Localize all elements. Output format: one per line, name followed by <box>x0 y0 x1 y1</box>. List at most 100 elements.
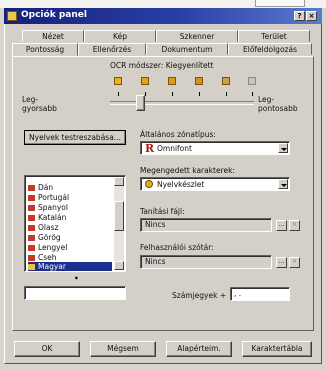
language-name: Dán <box>38 183 54 192</box>
dropdown-arrow-icon[interactable] <box>278 143 288 153</box>
training-file-browse-button[interactable]: ... <box>276 220 287 231</box>
zone-type-label: Általános zónatípus: <box>140 130 216 139</box>
background-box <box>255 0 305 7</box>
language-list[interactable]: Dán Portugál Spanyol Katalán Olasz Görög… <box>24 175 126 272</box>
level-icon <box>168 77 176 85</box>
language-item[interactable]: Dán <box>28 183 112 192</box>
language-name: Magyar <box>38 262 66 271</box>
defaults-button[interactable]: Alapérteim. <box>166 341 232 357</box>
most-accurate-label-2: pontosabb <box>258 104 298 113</box>
flag-icon <box>28 245 35 251</box>
dropdown-arrow-icon[interactable] <box>278 179 288 189</box>
scroll-up-arrow-icon[interactable] <box>114 177 124 186</box>
language-item[interactable]: Cseh <box>28 253 112 262</box>
help-button[interactable]: ? <box>294 11 305 21</box>
language-name: Lengyel <box>38 243 68 252</box>
tab-scanner[interactable]: Szkenner <box>156 30 238 42</box>
level-icon <box>141 77 149 85</box>
tab-label: Ellenőrzés <box>92 45 132 54</box>
language-input[interactable] <box>24 286 126 300</box>
slider-tick <box>199 92 200 96</box>
flag-icon <box>28 185 35 191</box>
language-item[interactable]: Görög <box>28 233 112 242</box>
user-dictionary-clear-button[interactable]: × <box>289 257 300 268</box>
tab-preprocessing[interactable]: Előfeldolgozás <box>228 43 312 55</box>
window-title: Opciók panel <box>21 10 87 20</box>
slider-tick <box>145 92 146 96</box>
tab-label: Előfeldolgozás <box>243 45 297 54</box>
scroll-down-arrow-icon[interactable] <box>114 261 124 270</box>
digits-label: Számjegyek + <box>172 291 227 300</box>
tab-label: Dokumentum <box>161 45 213 54</box>
tab-document[interactable]: Dokumentum <box>146 43 228 55</box>
button-label: OK <box>41 344 53 353</box>
ocr-method-label: OCR módszer: Kiegyenlített <box>110 61 214 70</box>
fastest-label: Leg- <box>22 95 39 104</box>
flag-icon <box>28 264 35 270</box>
digits-field[interactable]: , . <box>230 287 290 301</box>
slider-tick <box>252 92 253 96</box>
title-bar[interactable]: Opciók panel ? × <box>4 8 322 24</box>
bullet-mark: • <box>74 274 79 283</box>
charset-icon <box>145 180 153 188</box>
training-file-label: Tanítási fájl: <box>140 207 185 216</box>
app-icon <box>7 11 17 21</box>
ok-button[interactable]: OK <box>14 341 80 357</box>
options-dialog: Opciók panel ? × Nézet Kép Szkenner Terü… <box>0 0 326 369</box>
slider-tick <box>118 92 119 96</box>
accuracy-slider-thumb[interactable] <box>136 95 145 111</box>
language-item[interactable]: Portugál <box>28 193 112 202</box>
scrollbar-thumb[interactable] <box>114 201 124 231</box>
training-file-clear-button[interactable]: × <box>289 220 300 231</box>
language-item[interactable]: Spanyol <box>28 203 112 212</box>
language-name: Portugál <box>38 193 70 202</box>
button-label: Mégsem <box>107 344 139 353</box>
close-button[interactable]: × <box>306 11 317 21</box>
language-name: Görög <box>38 233 61 242</box>
flag-icon <box>28 235 35 241</box>
most-accurate-label: Leg- <box>258 95 275 104</box>
zone-type-dropdown[interactable]: R Omnifont <box>140 141 290 155</box>
language-name: Spanyol <box>38 203 68 212</box>
tab-image[interactable]: Kép <box>84 30 156 42</box>
tab-view[interactable]: Nézet <box>22 30 84 42</box>
tab-verification[interactable]: Ellenőrzés <box>78 43 146 55</box>
tab-label: Nézet <box>42 32 64 41</box>
language-list-scrollbar[interactable] <box>114 177 124 270</box>
slider-tick <box>172 92 173 96</box>
flag-icon <box>28 195 35 201</box>
flag-icon <box>28 205 35 211</box>
language-item[interactable]: Katalán <box>28 213 112 222</box>
tab-label: Terület <box>261 32 287 41</box>
accurate-level-icon <box>248 77 256 85</box>
allowed-characters-label: Megengedett karakterek: <box>140 166 236 175</box>
language-item-selected[interactable]: Magyar <box>28 262 112 271</box>
character-table-button[interactable]: Karaktertábla <box>242 341 312 357</box>
level-icon <box>195 77 203 85</box>
fastest-label-2: gyorsabb <box>22 104 57 113</box>
omnifont-icon: R <box>145 142 155 155</box>
user-dictionary-field[interactable]: Nincs <box>140 255 272 269</box>
language-item[interactable]: Olasz <box>28 223 112 232</box>
slider-tick <box>226 92 227 96</box>
customize-languages-button[interactable]: Nyelvek testreszabása... <box>24 130 126 145</box>
flag-icon <box>28 215 35 221</box>
language-name: Olasz <box>38 223 59 232</box>
user-dictionary-browse-button[interactable]: ... <box>276 257 287 268</box>
tab-label: Kép <box>113 32 127 41</box>
language-item[interactable]: Lengyel <box>28 243 112 252</box>
user-dictionary-label: Felhasználói szótár: <box>140 243 214 252</box>
training-file-field[interactable]: Nincs <box>140 218 272 232</box>
language-name: Cseh <box>38 253 57 262</box>
flag-icon <box>28 255 35 261</box>
allowed-characters-dropdown[interactable]: Nyelvkészlet <box>140 177 290 191</box>
cancel-button[interactable]: Mégsem <box>90 341 156 357</box>
button-label: Alapérteim. <box>177 344 221 353</box>
button-label: Nyelvek testreszabása... <box>29 133 121 142</box>
tab-area[interactable]: Terület <box>238 30 310 42</box>
zone-type-value: Omnifont <box>157 144 192 153</box>
fast-level-icon <box>114 77 122 85</box>
tab-accuracy[interactable]: Pontosság <box>12 43 78 56</box>
accuracy-slider-track[interactable] <box>110 101 254 105</box>
flag-icon <box>28 225 35 231</box>
